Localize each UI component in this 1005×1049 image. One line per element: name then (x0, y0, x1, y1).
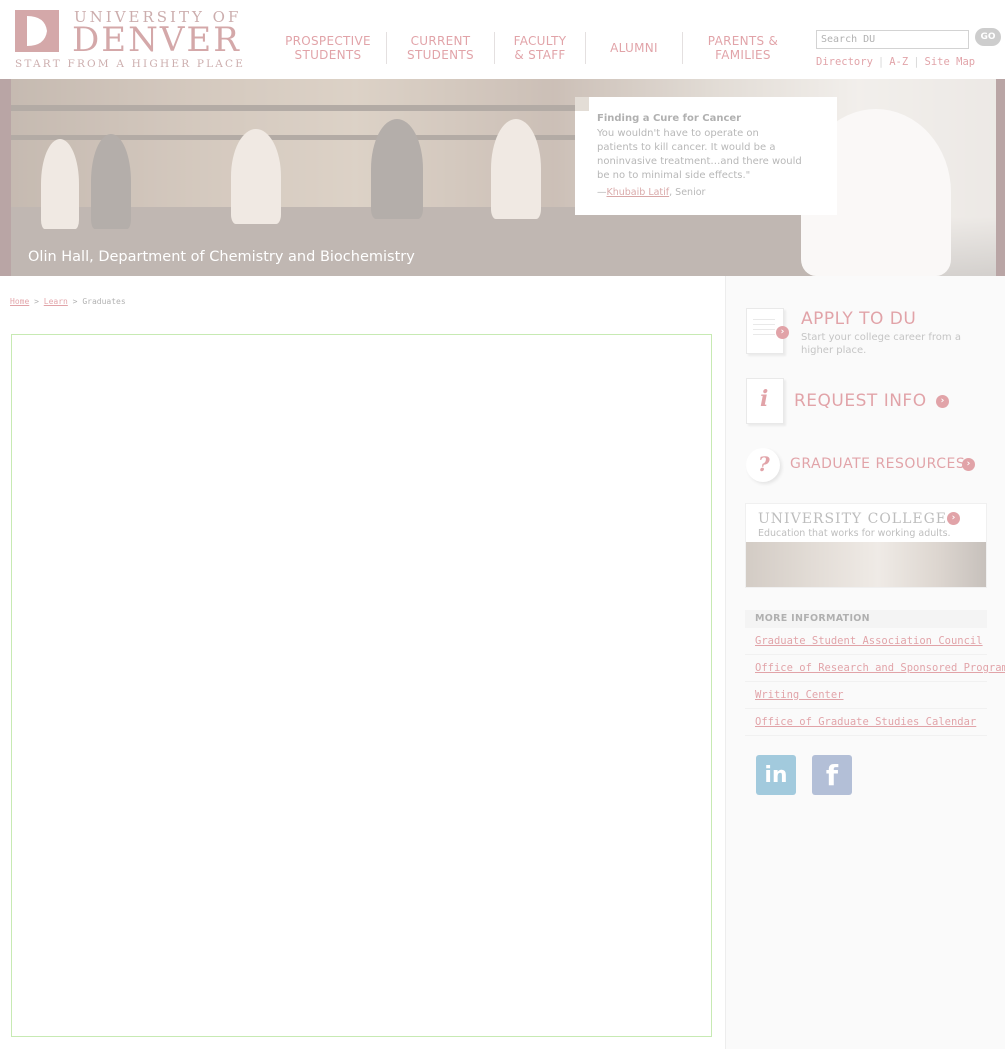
nav-parents-families[interactable]: PARENTS & FAMILIES (683, 32, 803, 64)
search-input[interactable] (816, 30, 969, 49)
directory-link[interactable]: Directory (816, 56, 873, 68)
a-z-link[interactable]: A-Z (889, 56, 908, 68)
main-nav: PROSPECTIVE STUDENTS CURRENT STUDENTS FA… (270, 32, 803, 64)
facebook-icon[interactable]: f (812, 755, 852, 795)
breadcrumb-current: Graduates (82, 297, 126, 306)
lab-shelf (11, 105, 586, 111)
nav-faculty-staff[interactable]: FACULTY & STAFF (495, 32, 586, 64)
lab-person (371, 119, 423, 219)
quote-name-link[interactable]: Khubaib Latif (607, 187, 670, 198)
quote-attribution: —Khubaib Latif, Senior (597, 187, 705, 198)
breadcrumb-separator: > (72, 297, 78, 306)
logo-tagline: START FROM A HIGHER PLACE (15, 58, 246, 70)
nav-prospective-students[interactable]: PROSPECTIVE STUDENTS (270, 32, 387, 64)
uc-subtitle: Education that works for working adults. (758, 528, 951, 539)
graduate-resources-link[interactable]: GRADUATE RESOURCES (790, 456, 965, 472)
arrow-right-icon: › (962, 458, 975, 471)
breadcrumb: Home > Learn > Graduates (10, 297, 126, 306)
uc-title: UNIVERSITY COLLEGE (758, 511, 948, 527)
lab-person (491, 119, 541, 219)
quote-title: Finding a Cure for Cancer (597, 113, 742, 124)
more-info-link[interactable]: Office of Graduate Studies Calendar (745, 709, 987, 736)
site-header: UNIVERSITY OF DENVER START FROM A HIGHER… (0, 0, 1005, 80)
document-lines (753, 319, 775, 339)
quote-body: You wouldn't have to operate on patients… (597, 128, 802, 181)
main-content-frame[interactable] (11, 334, 712, 1037)
more-info-link[interactable]: Writing Center (745, 682, 987, 709)
lab-person (91, 134, 131, 229)
linkedin-icon[interactable]: in (756, 755, 796, 795)
lab-person (41, 139, 79, 229)
breadcrumb-learn[interactable]: Learn (44, 297, 68, 306)
du-logo-mark-icon[interactable] (15, 10, 59, 52)
lab-bench (11, 207, 831, 276)
quote-notch (575, 97, 589, 111)
lab-photo (11, 79, 996, 276)
nav-alumni[interactable]: ALUMNI (586, 32, 683, 64)
more-information-panel: MORE INFORMATION Graduate Student Associ… (745, 610, 1005, 736)
apply-subtext: Start your college career from a higher … (801, 332, 961, 356)
nav-current-students[interactable]: CURRENT STUDENTS (387, 32, 495, 64)
apply-to-du-link[interactable]: APPLY TO DU (801, 309, 916, 329)
request-info-link[interactable]: REQUEST INFO (794, 391, 927, 411)
banner-caption: Olin Hall, Department of Chemistry and B… (28, 249, 415, 265)
breadcrumb-separator: > (34, 297, 39, 306)
utility-separator: | (913, 56, 920, 68)
more-info-link[interactable]: Graduate Student Association Council (745, 628, 987, 655)
info-i-icon: i (760, 386, 769, 412)
logo-denver[interactable]: DENVER (72, 20, 241, 60)
more-info-link[interactable]: Office of Research and Sponsored Program… (745, 655, 1005, 682)
site-map-link[interactable]: Site Map (925, 56, 976, 68)
quote-dash: — (597, 187, 607, 198)
hero-banner: Olin Hall, Department of Chemistry and B… (0, 79, 1005, 276)
arrow-right-icon: › (947, 512, 960, 525)
question-mark-icon: ? (758, 452, 770, 476)
arrow-right-icon: › (776, 326, 789, 339)
arrow-right-icon: › (936, 395, 949, 408)
breadcrumb-home[interactable]: Home (10, 297, 29, 306)
search-go-button[interactable]: GO (975, 28, 1001, 46)
lab-person (231, 129, 281, 224)
quote-role: , Senior (669, 187, 706, 198)
more-information-heading: MORE INFORMATION (745, 610, 987, 628)
university-college-promo[interactable]: UNIVERSITY COLLEGE › Education that work… (745, 503, 987, 588)
page-overlay-dimmed: UNIVERSITY OF DENVER START FROM A HIGHER… (0, 0, 1005, 1049)
utility-links: Directory | A-Z | Site Map (816, 56, 975, 68)
utility-separator: | (877, 56, 885, 68)
classroom-photo (746, 542, 986, 587)
